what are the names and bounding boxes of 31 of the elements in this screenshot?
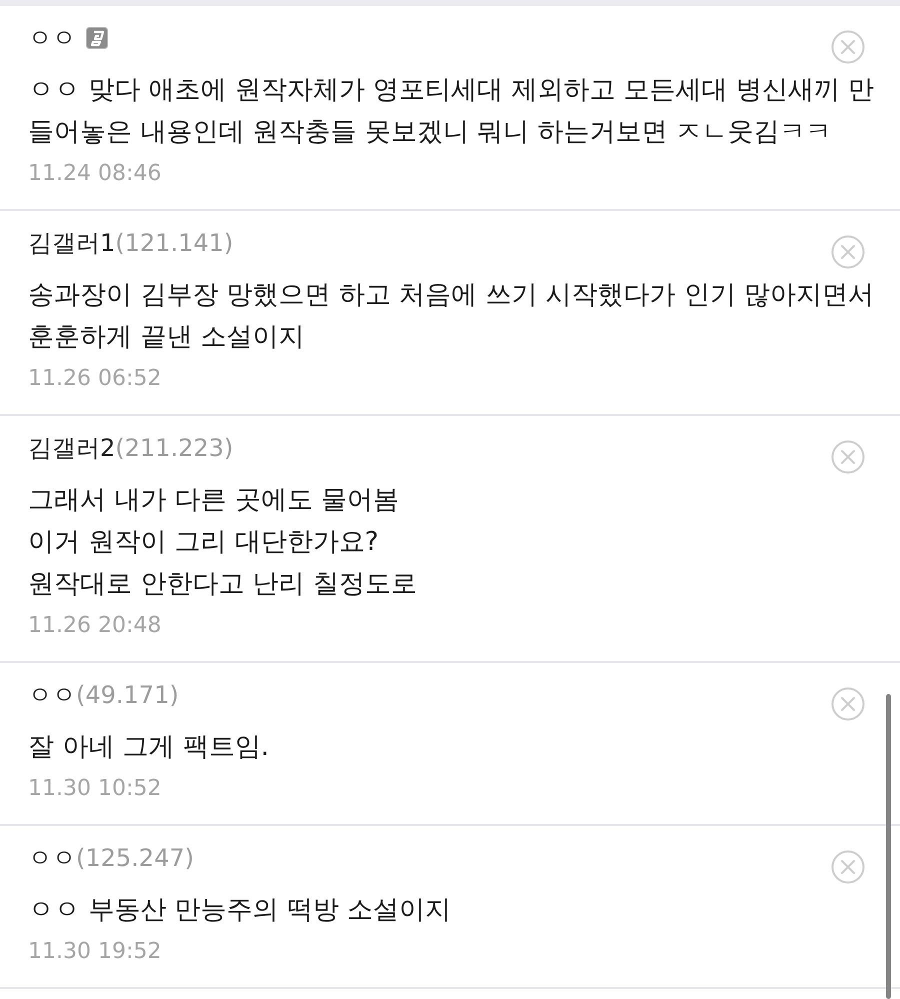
delete-button[interactable]	[831, 850, 865, 884]
delete-button[interactable]	[831, 440, 865, 474]
comment-time: 11.26 06:52	[28, 365, 162, 393]
ip-address: (121.141)	[115, 228, 234, 259]
close-icon	[831, 30, 865, 64]
ip-address: (49.171)	[76, 680, 179, 711]
ip-address: (211.223)	[115, 433, 234, 464]
author-name: ㅇㅇ	[28, 680, 76, 711]
comment-text: 잘 아네 그게 팩트임.	[28, 731, 270, 764]
author-name: 김갤러1	[28, 228, 116, 259]
comment-text: ㅇㅇ 부동산 만능주의 떡방 소설이지	[28, 894, 452, 927]
author-name: ㅇㅇ	[28, 23, 76, 54]
delete-button[interactable]	[831, 235, 865, 269]
comment-time: 11.30 19:52	[28, 938, 162, 966]
author-name: 김갤러2	[28, 433, 116, 464]
comment-text: 그래서 내가 다른 곳에도 물어봄 이거 원작이 그리 대단한가요? 원작대로 안한다고 난리 칠정도로	[28, 484, 418, 601]
close-icon	[831, 687, 865, 721]
scrollbar-thumb[interactable]	[886, 694, 891, 999]
delete-button[interactable]	[831, 30, 865, 64]
author-name: ㅇㅇ	[28, 843, 76, 874]
ip-address: (125.247)	[76, 843, 194, 874]
comment-time: 11.26 20:48	[28, 612, 162, 640]
close-icon	[831, 235, 865, 269]
comment-time: 11.24 08:46	[28, 160, 162, 188]
member-badge-icon	[86, 27, 108, 49]
delete-button[interactable]	[831, 687, 865, 721]
close-icon	[831, 440, 865, 474]
comment-time: 11.30 10:52	[28, 775, 162, 803]
comment-text: ㅇㅇ 맞다 애초에 원작자체가 영포티세대 제외하고 모든세대 병신새끼 만들어놓은 내용인데 원작충들 못보겠니 뭐니 하는거보면 ㅈㄴ웃김ㅋㅋ	[28, 74, 876, 149]
close-icon	[831, 850, 865, 884]
comment-text: 송과장이 김부장 망했으면 하고 처음에 쓰기 시작했다가 인기 많아지면서 훈훈하게 끝낸 소설이지	[28, 279, 876, 354]
